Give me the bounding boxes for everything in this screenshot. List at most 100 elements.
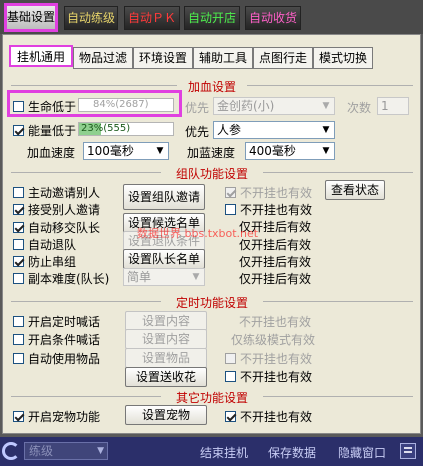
set-content-1-button[interactable]: 设置内容 xyxy=(125,311,207,331)
app-logo-icon xyxy=(2,442,20,460)
mp-speed-value: 400毫秒 xyxy=(249,144,296,158)
cond-shout-label: 开启条件喊话 xyxy=(28,333,101,347)
mp-speed-select[interactable]: 400毫秒 ▼ xyxy=(245,142,335,160)
life-priority-value: 金创药(小) xyxy=(217,99,275,113)
accept-invite-check[interactable] xyxy=(13,204,24,215)
bottom-bar: 练级 ▼ 结束挂机 保存数据 隐藏窗口 xyxy=(0,437,423,466)
subtab-tools[interactable]: 辅助工具 xyxy=(193,47,253,69)
chevron-down-icon: ▼ xyxy=(322,146,330,156)
pet-no-hook-checkbox[interactable]: 不开挂也有效 xyxy=(225,408,312,425)
watermark-text: 数据世界 bbs.txbot.net xyxy=(137,227,259,240)
set-leader-list-button[interactable]: 设置队长名单 xyxy=(123,249,205,269)
timed-shout-check[interactable] xyxy=(13,316,24,327)
dungeon-difficulty-checkbox[interactable]: 副本难度(队长) xyxy=(13,270,109,287)
tab-auto-purchase[interactable]: 自动收货 xyxy=(245,6,301,30)
anti-cross-group-checkbox[interactable]: 防止串组 xyxy=(13,253,76,270)
pet-function-checkbox[interactable]: 开启宠物功能 xyxy=(13,408,100,425)
leader-only-3: 仅开挂后有效 xyxy=(239,255,312,269)
timed-note-4-label: 不开挂也有效 xyxy=(240,370,313,384)
tab-auto-leveling[interactable]: 自动练级 xyxy=(64,6,118,30)
life-low-check[interactable] xyxy=(13,101,24,112)
auto-leave-check[interactable] xyxy=(13,239,24,250)
auto-use-item-checkbox[interactable]: 自动使用物品 xyxy=(13,350,100,367)
hp-speed-label: 加血速度 xyxy=(27,146,76,160)
no-hook-valid-2-check[interactable] xyxy=(225,204,236,215)
timed-note-3-checkbox[interactable]: 不开挂也有效 xyxy=(225,350,312,367)
energy-priority-value: 人参 xyxy=(217,123,242,137)
hp-speed-value: 100毫秒 xyxy=(87,144,134,158)
auto-transfer-leader-checkbox[interactable]: 自动移交队长 xyxy=(13,219,100,236)
set-content-2-button[interactable]: 设置内容 xyxy=(125,329,207,349)
invite-others-label: 主动邀请别人 xyxy=(28,186,101,200)
auto-transfer-leader-check[interactable] xyxy=(13,222,24,233)
life-progress-bar: 84%(2687) xyxy=(78,98,174,112)
cond-shout-check[interactable] xyxy=(13,334,24,345)
pet-no-hook-check[interactable] xyxy=(225,411,236,422)
count-value: 1 xyxy=(381,99,389,113)
chevron-down-icon: ▼ xyxy=(156,146,164,156)
hp-speed-select[interactable]: 100毫秒 ▼ xyxy=(83,142,169,160)
subtab-general[interactable]: 挂机通用 xyxy=(9,45,73,67)
count-label: 次数 xyxy=(347,101,372,115)
auto-leave-checkbox[interactable]: 自动退队 xyxy=(13,236,76,253)
tab-auto-shop[interactable]: 自动开店 xyxy=(184,6,240,30)
auto-use-item-label: 自动使用物品 xyxy=(28,352,101,366)
pet-function-check[interactable] xyxy=(13,411,24,422)
count-input[interactable]: 1 xyxy=(377,97,409,115)
timed-note-3-check[interactable] xyxy=(225,353,236,364)
subtab-mode-switch[interactable]: 模式切换 xyxy=(313,47,373,69)
difficulty-select[interactable]: 简单 ▼ xyxy=(123,268,205,286)
timed-note-4-check[interactable] xyxy=(225,371,236,382)
dungeon-difficulty-label: 副本难度(队长) xyxy=(28,272,110,286)
anti-cross-group-check[interactable] xyxy=(13,256,24,267)
life-priority-select[interactable]: 金创药(小) ▼ xyxy=(213,97,335,115)
tab-basic-settings[interactable]: 基础设置 xyxy=(4,3,58,32)
energy-low-checkbox[interactable]: 能量低于 xyxy=(13,122,76,139)
dungeon-difficulty-check[interactable] xyxy=(13,273,24,284)
chevron-down-icon: ▼ xyxy=(97,446,104,456)
menu-icon[interactable] xyxy=(400,443,416,459)
chevron-down-icon: ▼ xyxy=(322,101,330,111)
leader-only-4: 仅开挂后有效 xyxy=(239,272,312,286)
subtab-item-filter[interactable]: 物品过滤 xyxy=(73,47,133,69)
save-data-button[interactable]: 保存数据 xyxy=(268,444,316,461)
auto-transfer-leader-label: 自动移交队长 xyxy=(28,221,101,235)
chevron-down-icon: ▼ xyxy=(322,125,330,135)
auto-use-item-check[interactable] xyxy=(13,353,24,364)
no-hook-valid-1-check[interactable] xyxy=(225,187,236,198)
pet-function-label: 开启宠物功能 xyxy=(28,410,101,424)
auto-leave-label: 自动退队 xyxy=(28,238,77,252)
timed-shout-checkbox[interactable]: 开启定时喊话 xyxy=(13,313,100,330)
no-hook-valid-2-label: 不开挂也有效 xyxy=(240,203,313,217)
life-low-label: 生命低于 xyxy=(28,100,77,114)
energy-priority-select[interactable]: 人参 ▼ xyxy=(213,121,335,139)
energy-low-label: 能量低于 xyxy=(28,124,77,138)
section-other-title: 其它功能设置 xyxy=(11,389,413,405)
energy-progress-text: 23%(555) xyxy=(81,123,131,134)
set-items-button[interactable]: 设置物品 xyxy=(125,348,207,368)
mode-value: 练级 xyxy=(29,444,54,458)
section-team-title: 组队功能设置 xyxy=(11,165,413,181)
timed-note-1: 不开挂也有效 xyxy=(239,315,312,329)
set-send-flowers-button[interactable]: 设置送收花 xyxy=(125,367,207,387)
invite-others-checkbox[interactable]: 主动邀请别人 xyxy=(13,184,100,201)
tab-auto-pk[interactable]: 自动ＰＫ xyxy=(124,6,180,30)
no-hook-valid-1-label: 不开挂也有效 xyxy=(240,186,313,200)
subtab-map-walk[interactable]: 点图行走 xyxy=(253,47,313,69)
set-pet-button[interactable]: 设置宠物 xyxy=(125,405,207,425)
no-hook-valid-2-checkbox[interactable]: 不开挂也有效 xyxy=(225,201,312,218)
stop-hook-button[interactable]: 结束挂机 xyxy=(200,444,248,461)
no-hook-valid-1-checkbox[interactable]: 不开挂也有效 xyxy=(225,184,312,201)
timed-note-4-checkbox[interactable]: 不开挂也有效 xyxy=(225,368,312,385)
cond-shout-checkbox[interactable]: 开启条件喊话 xyxy=(13,331,100,348)
hide-window-button[interactable]: 隐藏窗口 xyxy=(338,444,386,461)
mode-select[interactable]: 练级 ▼ xyxy=(24,442,108,460)
app-window: 基础设置 自动练级 自动ＰＫ 自动开店 自动收货 挂机通用 物品过滤 环境设置 … xyxy=(0,0,423,466)
accept-invite-checkbox[interactable]: 接受别人邀请 xyxy=(13,201,100,218)
set-invite-button[interactable]: 设置组队邀请 xyxy=(123,184,205,210)
life-low-checkbox[interactable]: 生命低于 xyxy=(13,98,76,115)
energy-low-check[interactable] xyxy=(13,125,24,136)
view-status-button[interactable]: 查看状态 xyxy=(325,180,385,200)
subtab-environment[interactable]: 环境设置 xyxy=(133,47,193,69)
invite-others-check[interactable] xyxy=(13,187,24,198)
